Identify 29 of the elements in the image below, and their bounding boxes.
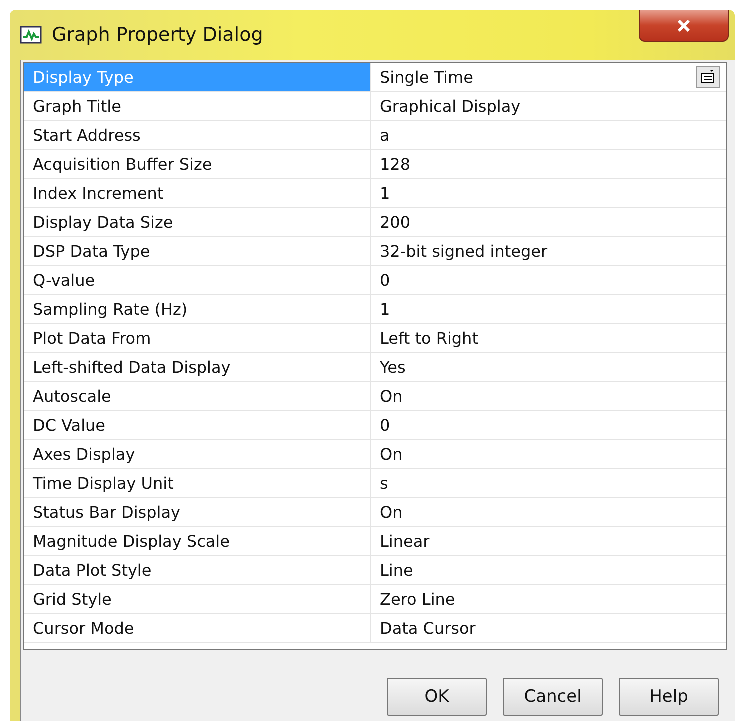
property-value[interactable]: Single Time	[371, 63, 726, 91]
property-value[interactable]: 128	[371, 150, 726, 178]
property-value[interactable]: 32-bit signed integer	[371, 237, 726, 265]
property-value[interactable]: Zero Line	[371, 585, 726, 613]
property-value[interactable]: 0	[371, 266, 726, 294]
dialog-button[interactable]: Help	[619, 678, 719, 716]
dialog-button[interactable]: Cancel	[503, 678, 603, 716]
property-value[interactable]: Line	[371, 556, 726, 584]
property-value[interactable]: Left to Right	[371, 324, 726, 352]
close-button[interactable]	[639, 10, 729, 42]
property-value[interactable]: 0	[371, 411, 726, 439]
property-value[interactable]: a	[371, 121, 726, 149]
property-value[interactable]: On	[371, 440, 726, 468]
property-value[interactable]: Yes	[371, 353, 726, 381]
property-value[interactable]: 200	[371, 208, 726, 236]
property-value[interactable]: s	[371, 469, 726, 497]
dropdown-button[interactable]	[696, 66, 720, 88]
property-value[interactable]: Data Cursor	[371, 614, 726, 642]
graph-icon	[20, 26, 42, 44]
property-value[interactable]: On	[371, 498, 726, 526]
property-value[interactable]: Graphical Display	[371, 92, 726, 120]
property-value[interactable]: On	[371, 382, 726, 410]
property-value[interactable]: 1	[371, 179, 726, 207]
close-icon	[677, 20, 691, 32]
window-title: Graph Property Dialog	[52, 24, 264, 46]
dialog-button[interactable]: OK	[387, 678, 487, 716]
property-value[interactable]: 1	[371, 295, 726, 323]
property-value[interactable]: Linear	[371, 527, 726, 555]
list-icon	[700, 69, 716, 85]
